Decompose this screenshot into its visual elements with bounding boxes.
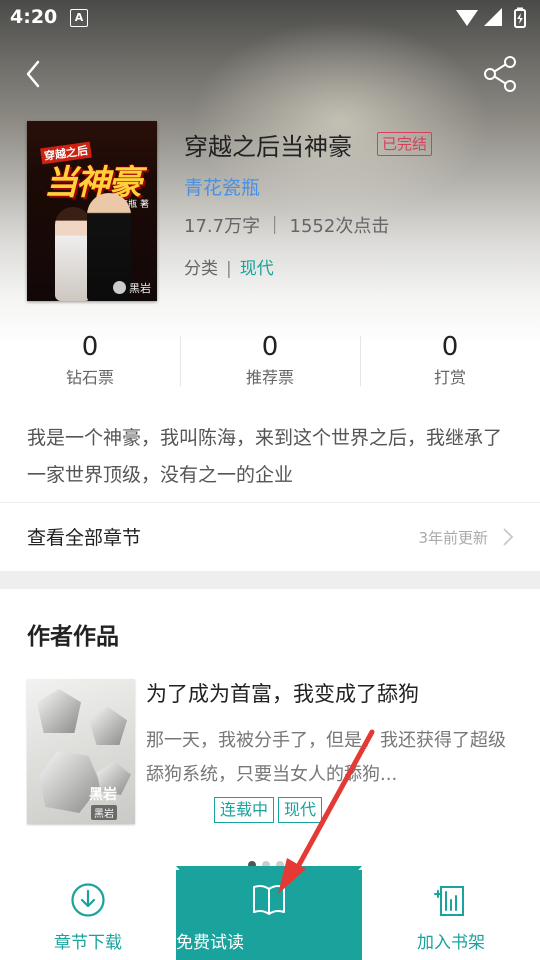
share-button[interactable] bbox=[480, 54, 520, 94]
status-icons bbox=[454, 6, 530, 34]
cover-publisher-logo: 黑岩 bbox=[113, 280, 151, 296]
download-icon bbox=[71, 883, 105, 917]
status-bar: 4:20 A bbox=[0, 0, 540, 36]
stat-label: 打赏 bbox=[433, 368, 466, 387]
work-cover-publisher: 黑岩 bbox=[91, 805, 117, 820]
add-to-shelf-label: 加入书架 bbox=[417, 933, 485, 953]
book-cover[interactable]: 穿越之后 当神豪 青花瓷瓶 著 黑岩 bbox=[27, 121, 157, 301]
notification-a-icon: A bbox=[70, 9, 88, 27]
free-read-button[interactable]: 免费试读 bbox=[176, 870, 362, 960]
stat-tips[interactable]: 0 打赏 bbox=[360, 330, 540, 392]
book-icon bbox=[253, 884, 285, 915]
category-separator: | bbox=[226, 259, 232, 279]
cover-figure-woman bbox=[55, 207, 91, 301]
status-badge: 已完结 bbox=[377, 132, 433, 156]
chevron-right-icon bbox=[502, 527, 514, 551]
all-chapters-label: 查看全部章节 bbox=[27, 527, 142, 549]
author-works-title: 作者作品 bbox=[27, 624, 119, 650]
add-to-shelf-button[interactable]: 加入书架 bbox=[362, 872, 540, 960]
category-value[interactable]: 现代 bbox=[240, 259, 274, 279]
signal-icon bbox=[456, 10, 478, 26]
download-label: 章节下载 bbox=[54, 933, 122, 953]
work-cover[interactable]: 黑岩 黑岩 bbox=[27, 679, 135, 824]
back-button[interactable] bbox=[20, 56, 50, 92]
book-title: 穿越之后当神豪 bbox=[184, 133, 352, 161]
stat-diamond-votes[interactable]: 0 钻石票 bbox=[0, 330, 180, 392]
stat-value: 0 bbox=[441, 332, 459, 362]
category-label: 分类 bbox=[184, 259, 218, 279]
all-chapters-row[interactable]: 查看全部章节 3年前更新 bbox=[0, 503, 540, 571]
stat-value: 0 bbox=[81, 332, 99, 362]
cover-gem-shape bbox=[37, 689, 81, 733]
work-description: 那一天，我被分手了，但是，我还获得了超级舔狗系统，只要当女人的舔狗... bbox=[146, 730, 506, 785]
work-tags: 连载中 现代 bbox=[214, 797, 326, 823]
battery-icon bbox=[514, 7, 526, 28]
work-cover-text: 黑岩 bbox=[89, 787, 117, 803]
download-chapters-button[interactable]: 章节下载 bbox=[0, 872, 176, 960]
section-separator bbox=[0, 571, 540, 589]
stat-label: 钻石票 bbox=[65, 368, 114, 387]
tag-genre: 现代 bbox=[278, 797, 323, 823]
free-read-label: 免费试读 bbox=[176, 933, 244, 953]
book-stats: 0 钻石票 0 推荐票 0 打赏 bbox=[0, 330, 540, 396]
book-intro[interactable]: 我是一个神豪，我叫陈海，来到这个世界之后，我继承了一家世界顶级，没有之一的企业 bbox=[27, 420, 517, 494]
bookshelf-add-icon bbox=[434, 886, 464, 916]
publisher-logo-icon bbox=[113, 281, 126, 294]
book-meta: 17.7万字 ｜ 1552次点击 bbox=[184, 216, 390, 237]
book-category: 分类 | 现代 bbox=[184, 254, 274, 279]
cellular-icon bbox=[484, 8, 502, 26]
stat-recommend-votes[interactable]: 0 推荐票 bbox=[180, 330, 360, 392]
work-title[interactable]: 为了成为首富，我变成了舔狗 bbox=[146, 678, 419, 708]
author-link[interactable]: 青花瓷瓶 bbox=[184, 173, 260, 200]
share-icon bbox=[484, 56, 516, 92]
stat-value: 0 bbox=[261, 332, 279, 362]
cover-publisher-label: 黑岩 bbox=[129, 282, 151, 295]
tag-serializing: 连载中 bbox=[214, 797, 275, 823]
cover-gem-shape bbox=[89, 707, 127, 745]
status-time: 4:20 bbox=[10, 6, 58, 28]
stat-label: 推荐票 bbox=[245, 368, 294, 387]
last-update-text: 3年前更新 bbox=[418, 529, 488, 547]
chevron-left-icon bbox=[26, 60, 40, 88]
